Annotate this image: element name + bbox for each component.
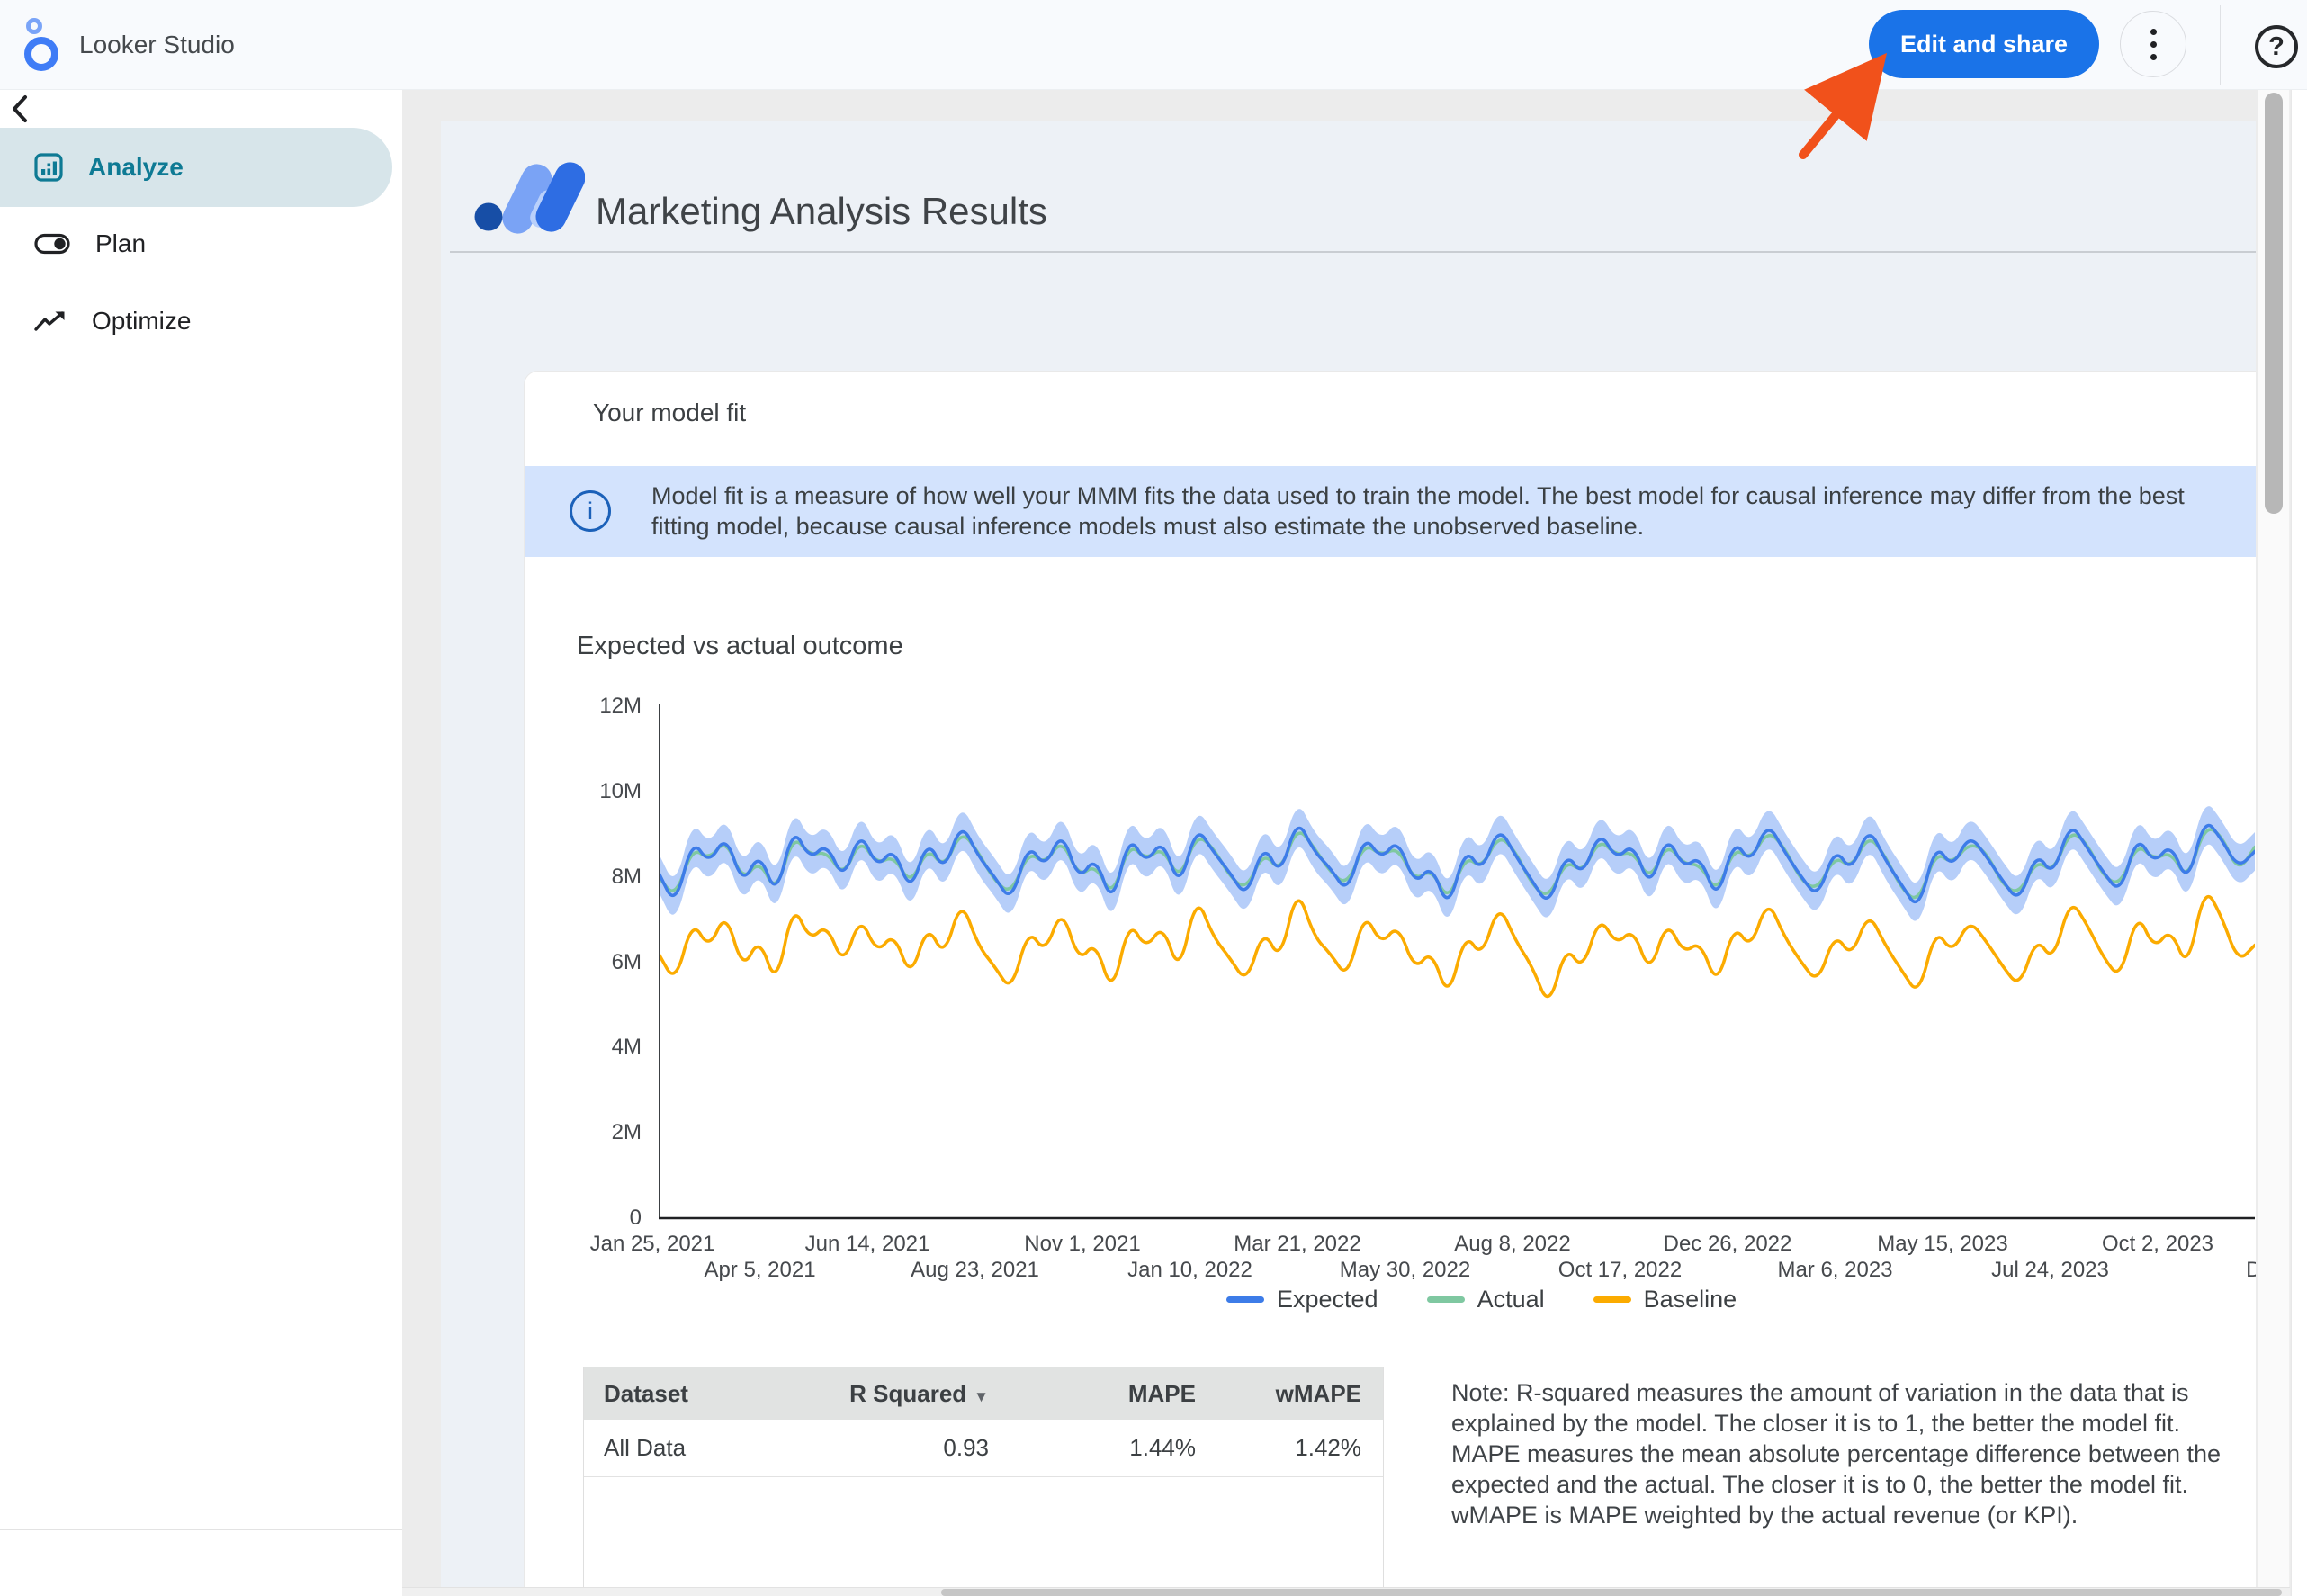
- x-tick-label: May 15, 2023: [1871, 1232, 2015, 1257]
- x-tick-label: Apr 5, 2021: [688, 1258, 832, 1283]
- x-tick-label: Jan 25, 2021: [580, 1232, 724, 1257]
- sidebar-item-analyze[interactable]: Analyze: [0, 128, 392, 207]
- y-tick-label: 6M: [561, 950, 642, 975]
- chart-title: Expected vs actual outcome: [577, 632, 903, 661]
- vertical-scrollbar[interactable]: [2258, 90, 2290, 1596]
- app-title: Looker Studio: [79, 0, 235, 90]
- y-tick-label: 2M: [561, 1120, 642, 1145]
- x-tick-label: Jan 10, 2022: [1118, 1258, 1262, 1283]
- horizontal-scrollbar-thumb[interactable]: [941, 1589, 2282, 1596]
- sidebar-item-optimize[interactable]: Optimize: [0, 282, 392, 361]
- expected-swatch: [1226, 1296, 1264, 1303]
- sidebar-item-label: Plan: [95, 229, 146, 258]
- x-tick-label: Oct 2, 2023: [2086, 1232, 2230, 1257]
- plan-toggle-icon: [34, 231, 70, 256]
- window-edge-strip: [2291, 90, 2307, 1596]
- kebab-menu-icon: [2150, 29, 2157, 60]
- table-header-row: Dataset R Squared▼ MAPE wMAPE: [584, 1367, 1383, 1420]
- col-r-squared[interactable]: R Squared▼: [809, 1380, 989, 1408]
- model-fit-metrics-table: Dataset R Squared▼ MAPE wMAPE All Data 0…: [583, 1367, 1384, 1596]
- analyze-chart-icon: [34, 153, 63, 182]
- metrics-note: Note: R-squared measures the amount of v…: [1451, 1377, 2223, 1530]
- report-page: Marketing Analysis Results Your model fi…: [441, 121, 2256, 1596]
- card-title: Your model fit: [593, 399, 746, 427]
- y-tick-label: 0: [561, 1206, 642, 1231]
- collapse-sidebar-button[interactable]: [0, 90, 40, 130]
- legend-label: Expected: [1277, 1286, 1378, 1314]
- y-tick-label: 4M: [561, 1035, 642, 1060]
- topbar-divider: [2220, 5, 2221, 85]
- x-tick-label: Nov 1, 2021: [1010, 1232, 1154, 1257]
- x-tick-label: Jul 24, 2023: [1979, 1258, 2123, 1283]
- cell-wmape: 1.42%: [1196, 1434, 1363, 1462]
- sort-desc-icon: ▼: [974, 1388, 989, 1405]
- col-dataset[interactable]: Dataset: [584, 1380, 809, 1408]
- legend-item-baseline: Baseline: [1593, 1286, 1737, 1314]
- looker-studio-logo-icon: [22, 16, 61, 74]
- sidebar-item-label: Analyze: [88, 153, 184, 182]
- chevron-left-icon: [10, 94, 30, 124]
- actual-swatch: [1427, 1296, 1465, 1303]
- col-mape[interactable]: MAPE: [989, 1380, 1196, 1408]
- x-tick-label: Mar 6, 2023: [1764, 1258, 1908, 1283]
- baseline-swatch: [1593, 1296, 1631, 1303]
- sidebar-divider: [0, 1529, 402, 1530]
- y-tick-label: 12M: [561, 694, 642, 719]
- legend-item-actual: Actual: [1427, 1286, 1545, 1314]
- cell-r-squared: 0.93: [809, 1434, 989, 1462]
- legend-label: Baseline: [1644, 1286, 1737, 1314]
- cell-mape: 1.44%: [989, 1434, 1196, 1462]
- y-tick-label: 10M: [561, 779, 642, 804]
- top-bar: Looker Studio Edit and share ?: [0, 0, 2307, 90]
- chart-legend: Expected Actual Baseline: [1226, 1286, 1737, 1314]
- horizontal-scrollbar[interactable]: [402, 1587, 2290, 1596]
- x-tick-label: Aug 23, 2021: [903, 1258, 1047, 1283]
- vertical-scrollbar-thumb[interactable]: [2265, 93, 2283, 514]
- legend-item-expected: Expected: [1226, 1286, 1378, 1314]
- x-tick-label: Dec: [2194, 1258, 2257, 1283]
- cell-dataset: All Data: [584, 1434, 809, 1462]
- info-banner: i Model fit is a measure of how well you…: [525, 466, 2256, 557]
- help-icon[interactable]: ?: [2255, 25, 2298, 68]
- table-row: All Data 0.93 1.44% 1.42%: [584, 1420, 1383, 1477]
- model-fit-card: Your model fit i Model fit is a measure …: [524, 371, 2256, 1596]
- sidebar: Analyze Plan Optimize: [0, 90, 402, 1596]
- info-banner-text: Model fit is a measure of how well your …: [651, 480, 2235, 542]
- x-tick-label: Aug 8, 2022: [1441, 1232, 1584, 1257]
- optimize-trending-up-icon: [34, 309, 67, 333]
- col-wmape[interactable]: wMAPE: [1196, 1380, 1363, 1408]
- x-tick-label: Mar 21, 2022: [1225, 1232, 1369, 1257]
- report-title: Marketing Analysis Results: [596, 190, 1047, 233]
- sidebar-item-label: Optimize: [92, 307, 191, 336]
- report-title-divider: [450, 251, 2256, 253]
- x-tick-label: Dec 26, 2022: [1656, 1232, 1800, 1257]
- x-tick-label: May 30, 2022: [1333, 1258, 1477, 1283]
- legend-label: Actual: [1477, 1286, 1545, 1314]
- x-tick-label: Oct 17, 2022: [1548, 1258, 1692, 1283]
- more-options-button[interactable]: [2120, 11, 2186, 77]
- y-tick-label: 8M: [561, 865, 642, 890]
- edit-and-share-button[interactable]: Edit and share: [1869, 10, 2099, 78]
- x-tick-label: Jun 14, 2021: [795, 1232, 939, 1257]
- sidebar-item-plan[interactable]: Plan: [0, 204, 392, 283]
- info-icon: i: [570, 490, 611, 532]
- meridian-logo: [473, 161, 585, 235]
- model-fit-line-chart[interactable]: [659, 703, 2255, 1220]
